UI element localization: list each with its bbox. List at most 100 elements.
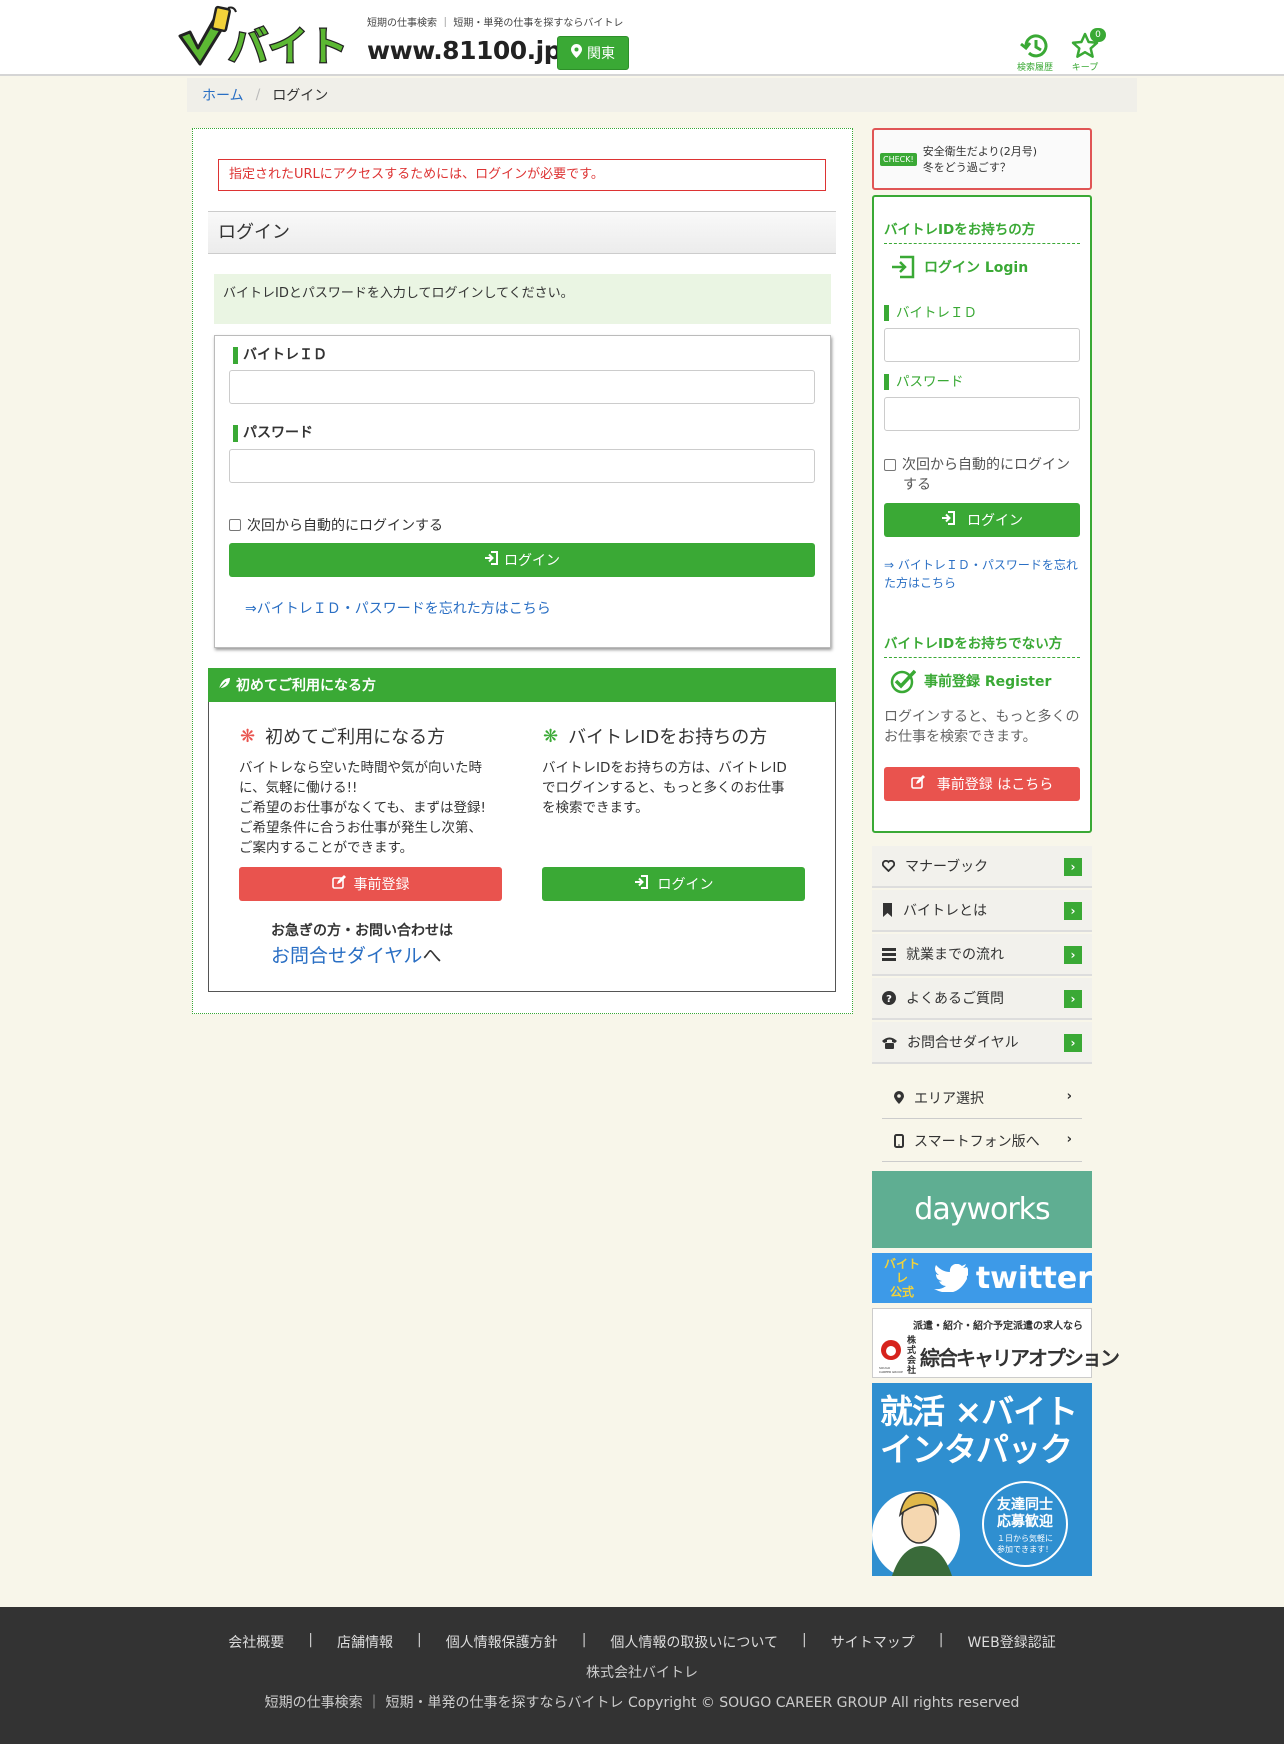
chevron-right-icon: › <box>1064 946 1082 964</box>
breadcrumb: ホーム / ログイン <box>187 78 1137 112</box>
footer-link-company[interactable]: 会社概要 <box>204 1632 308 1652</box>
breadcrumb-home[interactable]: ホーム <box>202 85 244 105</box>
sidebar-password-label: パスワード <box>884 374 964 390</box>
has-id-title: バイトレIDをお持ちの方 <box>568 727 768 748</box>
sidebar-id-input[interactable] <box>884 328 1080 362</box>
footer-link-web-auth[interactable]: WEB登録認証 <box>943 1632 1079 1652</box>
notice-text: 安全衛生だより(2月号) 冬をどう過ごす？ <box>922 145 1038 174</box>
map-marker-icon <box>571 44 582 62</box>
footer-link-sitemap[interactable]: サイトマップ <box>807 1632 939 1652</box>
leaf-icon <box>218 677 231 694</box>
dayworks-banner[interactable]: dayworks <box>872 1171 1092 1248</box>
area-select-link[interactable]: エリア選択 › <box>882 1077 1082 1119</box>
footer-copyright: 短期の仕事検索 ｜ 短期・単発の仕事を探すならバイトレ Copyright © … <box>264 1695 1020 1711</box>
chevron-right-icon: › <box>1064 1034 1082 1052</box>
id-input[interactable] <box>229 370 815 404</box>
asterisk-icon: ❋ <box>240 725 256 747</box>
breadcrumb-current: ログイン <box>272 88 329 104</box>
footer-link-stores[interactable]: 店舗情報 <box>313 1632 417 1652</box>
first-time-col-title: ❋ 初めてご利用になる方 <box>240 723 445 749</box>
menu-item-about[interactable]: バイトレとは › <box>872 890 1092 932</box>
chevron-right-icon: › <box>1066 1132 1072 1147</box>
sign-in-icon <box>484 551 498 569</box>
twitter-label: twitter <box>975 1260 1092 1296</box>
check-badge: CHECK! <box>880 152 917 166</box>
login-instructions: バイトレIDとパスワードを入力してログインしてください。 <box>214 274 831 324</box>
keep-label: キープ <box>1071 63 1099 73</box>
list-icon <box>882 947 896 961</box>
password-input[interactable] <box>229 449 815 483</box>
panel-login-label: ログイン <box>657 877 714 893</box>
sidebar-register-title: 事前登録 Register <box>890 668 1051 694</box>
page-title: ログイン <box>208 211 836 254</box>
footer-link-personal-info[interactable]: 個人情報の取扱いについて <box>586 1632 802 1652</box>
site-logo[interactable]: バイトレ <box>176 2 389 71</box>
site-url: www.81100.jp <box>367 36 562 65</box>
panel-login-button[interactable]: ログイン <box>542 867 805 901</box>
contact-suffix: へ <box>422 945 442 967</box>
question-circle-icon: ? <box>882 991 896 1005</box>
sidebar-password-input[interactable] <box>884 397 1080 431</box>
intern-pack-banner[interactable]: 就活 ×バイト インタパック 友達同士 応募歓迎 １日から気軽に 参加できます！ <box>872 1383 1092 1576</box>
sign-in-icon <box>941 511 955 529</box>
smartphone-link[interactable]: スマートフォン版へ › <box>882 1120 1082 1162</box>
first-time-header: 初めてご利用になる方 <box>208 668 836 702</box>
remember-checkbox[interactable]: 次回から自動的にログインする <box>229 515 443 535</box>
pre-register-button[interactable]: 事前登録 <box>239 867 502 901</box>
id-label: バイトレＩＤ <box>233 347 327 364</box>
history-link[interactable]: 検索履歴 <box>1013 32 1057 73</box>
svg-text:バイトレ: バイトレ <box>228 24 354 70</box>
login-button[interactable]: ログイン <box>229 543 815 577</box>
checkbox-box[interactable] <box>229 519 241 531</box>
twitter-bird-icon <box>933 1264 968 1292</box>
heart-icon <box>882 860 895 872</box>
map-marker-icon <box>894 1091 904 1104</box>
chevron-right-icon: › <box>1064 902 1082 920</box>
menu-item-flow[interactable]: 就業までの流れ › <box>872 934 1092 976</box>
first-time-header-label: 初めてご利用になる方 <box>236 678 376 694</box>
login-button-label: ログイン <box>504 553 560 569</box>
asterisk-icon: ❋ <box>543 725 559 747</box>
checkbox-box[interactable] <box>884 459 896 471</box>
pre-register-label: 事前登録 <box>353 877 410 893</box>
career-banner-tagline: 派遣・紹介・紹介予定派遣の求人なら <box>913 1321 1083 1332</box>
intern-badge: 友達同士 応募歓迎 １日から気軽に 参加できます！ <box>982 1481 1068 1567</box>
twitter-banner[interactable]: バイトレ 公式 twitter <box>872 1253 1092 1303</box>
remember-label: 次回から自動的にログインする <box>247 518 443 534</box>
contact-prompt: お急ぎの方・お問い合わせは <box>271 923 453 939</box>
menu-item-manner-book[interactable]: マナーブック › <box>872 846 1092 888</box>
has-id-description: バイトレIDをお持ちの方は、バイトレID でログインすると、もっと多くのお仕事 … <box>542 760 787 816</box>
footer-links: 会社概要 | 店舗情報 | 個人情報保護方針 | 個人情報の取扱いについて | サイトマ… <box>0 1632 1284 1652</box>
forgot-password-link[interactable]: ⇒バイトレＩＤ・パスワードを忘れた方はこちら <box>245 598 551 618</box>
region-button[interactable]: 関東 <box>557 36 629 70</box>
sidebar-register-text: ログインすると、もっと多くの お仕事を検索できます。 <box>884 709 1080 745</box>
chevron-right-icon: › <box>1064 858 1082 876</box>
sidebar-remember-checkbox[interactable]: 次回から自動的にログイン する <box>884 455 1070 495</box>
sidebar-forgot-link[interactable]: ⇒ バイトレＩＤ・パスワードを忘れ た方はこちら <box>884 556 1078 592</box>
footer-link-privacy-policy[interactable]: 個人情報保護方針 <box>422 1632 582 1652</box>
first-time-description: バイトレなら空いた時間や気が向いた時 に、気軽に働ける!! ご希望のお仕事がなく… <box>239 760 486 856</box>
safety-news-notice[interactable]: CHECK! 安全衛生だより(2月号) 冬をどう過ごす？ <box>872 128 1092 190</box>
sidebar-id-label: バイトレＩＤ <box>884 305 977 321</box>
sidebar-login-button[interactable]: ログイン <box>884 503 1080 537</box>
breadcrumb-separator: / <box>255 87 261 103</box>
chevron-right-icon: › <box>1066 1089 1072 1104</box>
menu-item-contact[interactable]: お問合せダイヤル › <box>872 1022 1092 1064</box>
history-label: 検索履歴 <box>1016 63 1053 73</box>
history-icon <box>1020 34 1048 58</box>
menu-item-faq[interactable]: ? よくあるご質問 › <box>872 978 1092 1020</box>
twitter-official-badge: バイトレ 公式 <box>883 1257 920 1299</box>
career-option-banner[interactable]: 派遣・紹介・紹介予定派遣の求人なら SOUGO CAREER GROUP 株式会… <box>872 1308 1120 1378</box>
chevron-right-icon: › <box>1064 990 1082 1008</box>
sidebar-login-title: ログイン Login <box>890 255 1028 279</box>
no-id-heading: バイトレIDをお持ちでない方 <box>884 632 1080 658</box>
footer-company: 株式会社バイトレ <box>586 1665 698 1681</box>
has-id-heading: バイトレIDをお持ちの方 <box>884 218 1080 244</box>
sidebar-register-button[interactable]: 事前登録 はこちら <box>884 767 1080 801</box>
contact-dial-link[interactable]: お問合せダイヤル <box>271 945 422 967</box>
dayworks-logo: dayworks <box>914 1192 1050 1227</box>
sougo-career-logo: SOUGO CAREER GROUP <box>879 1338 903 1374</box>
bookmark-icon <box>883 903 892 917</box>
site-header: バイトレ 短期の仕事検索 ｜ 短期・単発の仕事を探すならバイトレ www.811… <box>0 0 1284 76</box>
sign-in-icon <box>892 255 915 279</box>
